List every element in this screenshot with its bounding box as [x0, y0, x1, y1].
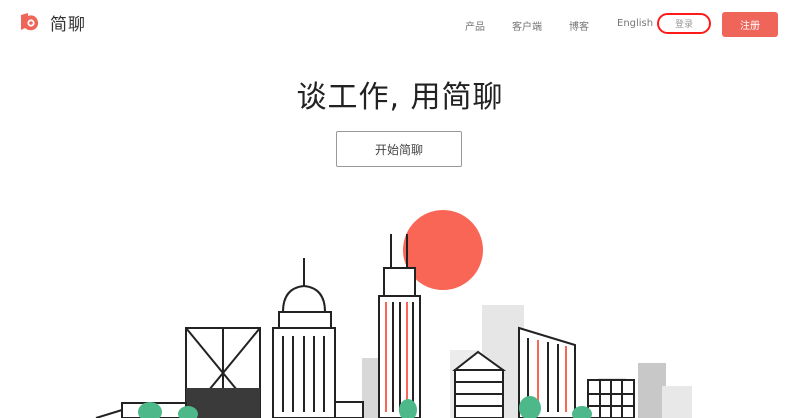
ground-line: [95, 409, 123, 418]
bg-building: [662, 386, 692, 418]
logo-icon: [21, 12, 39, 30]
nav-client-link[interactable]: 客户端: [512, 18, 542, 33]
signup-button[interactable]: 注册: [722, 12, 778, 37]
bg-building: [638, 363, 666, 418]
nav-english-link[interactable]: English: [617, 18, 653, 29]
login-button[interactable]: 登录: [657, 13, 711, 34]
top-navbar: 简聊 产品 客户端 博客 English 登录 注册: [0, 0, 800, 48]
start-chat-button[interactable]: 开始简聊: [336, 131, 462, 167]
city-skyline-illustration: [95, 210, 692, 418]
nav-blog-link[interactable]: 博客: [569, 18, 589, 33]
windowed-building: [587, 379, 635, 418]
brand-name: 简聊: [50, 15, 86, 35]
small-mid-building: [334, 401, 364, 418]
dome-building: [272, 258, 336, 418]
hero-title: 谈工作, 用简聊: [296, 80, 504, 115]
nav-products-link[interactable]: 产品: [465, 18, 485, 33]
brand-logo[interactable]: 简聊: [18, 10, 86, 35]
